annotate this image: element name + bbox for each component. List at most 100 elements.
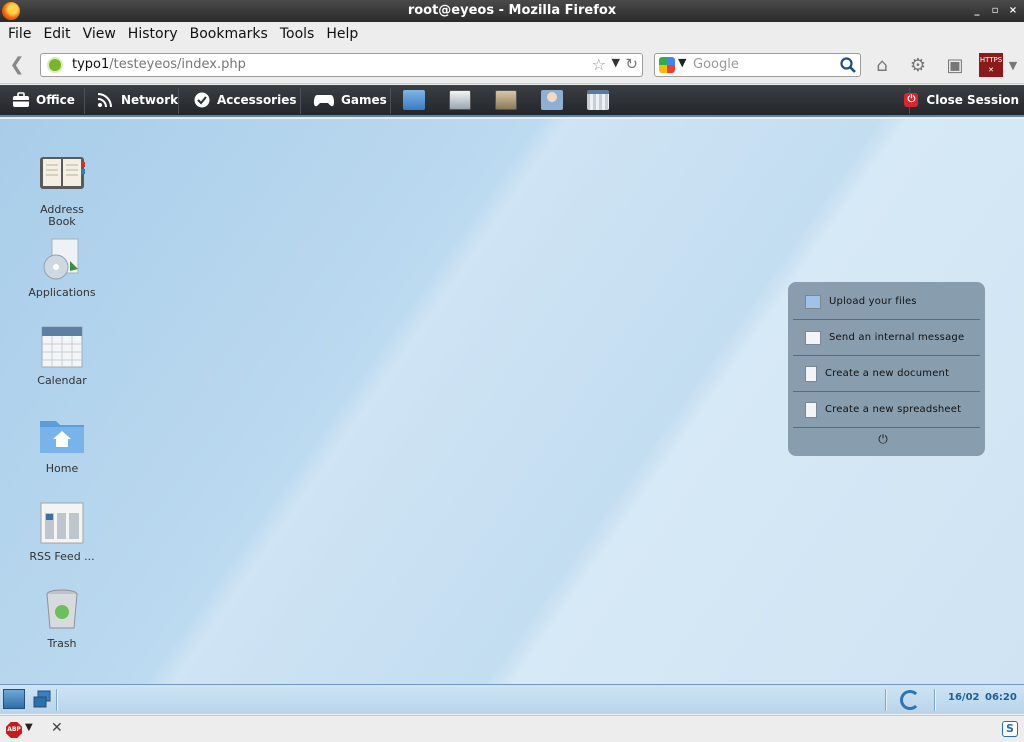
quick-actions-panel: Upload your files Send an internal messa… <box>788 282 985 456</box>
https-everywhere-icon[interactable]: HTTPS ✕ <box>979 53 1003 77</box>
games-menu[interactable]: Games <box>313 85 387 115</box>
home-icon[interactable]: ⌂ <box>871 55 893 77</box>
menu-view[interactable]: View <box>77 26 122 42</box>
eyeos-taskbar: 16/02 06:20 <box>0 684 1024 714</box>
navigation-toolbar: ❮ typo1/testeyeos/index.php ☆ ▼ ↻ ▼ Goog… <box>0 46 1024 84</box>
files-icon[interactable] <box>403 90 425 110</box>
clock-time: 06:20 <box>985 692 1017 703</box>
desktop-icon-trash[interactable]: Trash <box>26 588 98 650</box>
spreadsheet-icon <box>805 401 817 418</box>
separator <box>300 88 301 114</box>
contacts-icon[interactable] <box>541 90 563 110</box>
briefcase-icon <box>13 92 29 107</box>
office-menu-label: Office <box>36 93 75 107</box>
close-session-button[interactable]: ⏻ Close Session <box>904 85 1019 115</box>
search-engine-icon[interactable] <box>659 57 675 73</box>
window-controls: _ ▫ × <box>972 0 1018 22</box>
office-menu[interactable]: Office <box>12 85 75 115</box>
applications-icon <box>43 238 79 280</box>
power-icon: ⏻ <box>904 93 919 107</box>
url-dropdown-icon[interactable]: ▼ <box>612 56 620 69</box>
desktop-icon-label: Calendar <box>37 374 87 387</box>
accessories-menu[interactable]: Accessories <box>193 85 297 115</box>
desktop-icon-label: Address Book <box>40 203 84 228</box>
upload-icon <box>805 294 821 309</box>
new-spreadsheet-action[interactable]: Create a new spreadsheet <box>793 392 980 428</box>
window-title: root@eyeos - Mozilla Firefox <box>407 3 617 18</box>
close-addon-bar-icon[interactable]: ✕ <box>51 720 63 736</box>
address-book-icon <box>40 157 85 189</box>
s-addon-icon[interactable]: S <box>1002 721 1018 737</box>
document-icon <box>805 365 817 382</box>
https-dropdown-icon[interactable]: ▼ <box>1002 55 1024 77</box>
reload-icon[interactable]: ↻ <box>625 55 638 73</box>
url-bar[interactable]: typo1/testeyeos/index.php ☆ ▼ ↻ <box>40 53 643 77</box>
send-message-action[interactable]: Send an internal message <box>793 320 980 356</box>
site-identity-icon[interactable] <box>47 57 63 73</box>
sync-icon[interactable] <box>900 690 920 710</box>
new-document-action[interactable]: Create a new document <box>793 356 980 392</box>
bookmark-star-icon[interactable]: ☆ <box>592 55 606 74</box>
new-document-label: Create a new document <box>825 368 950 379</box>
minimize-button[interactable]: _ <box>972 0 982 22</box>
calendar-icon[interactable] <box>587 90 609 110</box>
accessories-menu-label: Accessories <box>217 93 297 107</box>
document-icon[interactable] <box>449 90 471 110</box>
desktop-icon-calendar[interactable]: Calendar <box>26 325 98 387</box>
url-path: /testeyeos/index.php <box>109 57 246 72</box>
desktop-icon-applications[interactable]: Applications <box>26 237 98 299</box>
desktop-icon-label: Applications <box>28 286 96 299</box>
separator <box>56 689 58 711</box>
window-title-bar: root@eyeos - Mozilla Firefox _ ▫ × <box>0 0 1024 22</box>
network-menu-label: Network <box>121 93 179 107</box>
power-icon[interactable]: ⏻ <box>876 432 890 446</box>
addon-icon[interactable]: ⚙ <box>907 55 929 77</box>
menu-file[interactable]: File <box>2 26 37 42</box>
network-menu[interactable]: Network <box>97 85 178 115</box>
windows-list-icon[interactable] <box>32 689 52 709</box>
image-viewer-icon[interactable] <box>495 90 517 110</box>
separator <box>885 689 887 711</box>
close-session-label: Close Session <box>926 93 1019 107</box>
addon-bar: ABP ▼ ✕ S <box>0 715 1024 742</box>
menu-help[interactable]: Help <box>320 26 364 42</box>
menu-tools[interactable]: Tools <box>274 26 321 42</box>
back-button[interactable]: ❮ <box>5 54 29 76</box>
maximize-button[interactable]: ▫ <box>990 0 1000 22</box>
search-engine-dropdown-icon[interactable]: ▼ <box>678 56 686 69</box>
separator <box>84 88 85 114</box>
upload-files-label: Upload your files <box>829 296 917 307</box>
firefox-logo-icon <box>2 2 20 20</box>
trash-icon <box>46 589 78 629</box>
send-message-label: Send an internal message <box>829 332 965 343</box>
desktop-icon-label: Home <box>45 462 79 475</box>
menu-history[interactable]: History <box>122 26 184 42</box>
new-spreadsheet-label: Create a new spreadsheet <box>825 404 962 415</box>
search-bar[interactable]: ▼ Google <box>654 53 861 77</box>
desktop-icon-rss-feed[interactable]: RSS Feed ... <box>26 501 98 563</box>
url-text[interactable]: typo1/testeyeos/index.php <box>72 57 246 72</box>
adblock-plus-icon[interactable]: ABP <box>6 722 22 738</box>
upload-files-action[interactable]: Upload your files <box>793 284 980 320</box>
show-desktop-icon[interactable] <box>3 689 25 709</box>
home-folder-icon <box>40 421 84 453</box>
https-badge-text: HTTPS <box>979 56 1003 64</box>
desktop-icon-label: RSS Feed ... <box>29 550 95 563</box>
menu-bookmarks[interactable]: Bookmarks <box>184 26 274 42</box>
gamepad-icon <box>313 95 335 107</box>
desktop-icon-home[interactable]: Home <box>26 413 98 475</box>
menu-edit[interactable]: Edit <box>37 26 76 42</box>
calendar-icon <box>41 326 83 368</box>
adblock-dropdown-icon[interactable]: ▼ <box>25 722 33 733</box>
search-icon[interactable] <box>839 56 857 74</box>
url-host: typo1 <box>72 57 110 72</box>
separator <box>178 88 179 114</box>
envelope-icon <box>805 330 821 345</box>
search-input[interactable]: Google <box>693 57 739 72</box>
close-window-button[interactable]: × <box>1008 0 1018 22</box>
clock-date: 16/02 <box>948 692 980 703</box>
desktop-area[interactable]: Address Book Applications Calendar Home … <box>0 119 1024 684</box>
desktop-icon-address-book[interactable]: Address Book <box>26 154 98 228</box>
print-icon[interactable]: ▣ <box>944 55 966 77</box>
rss-icon <box>97 93 112 108</box>
